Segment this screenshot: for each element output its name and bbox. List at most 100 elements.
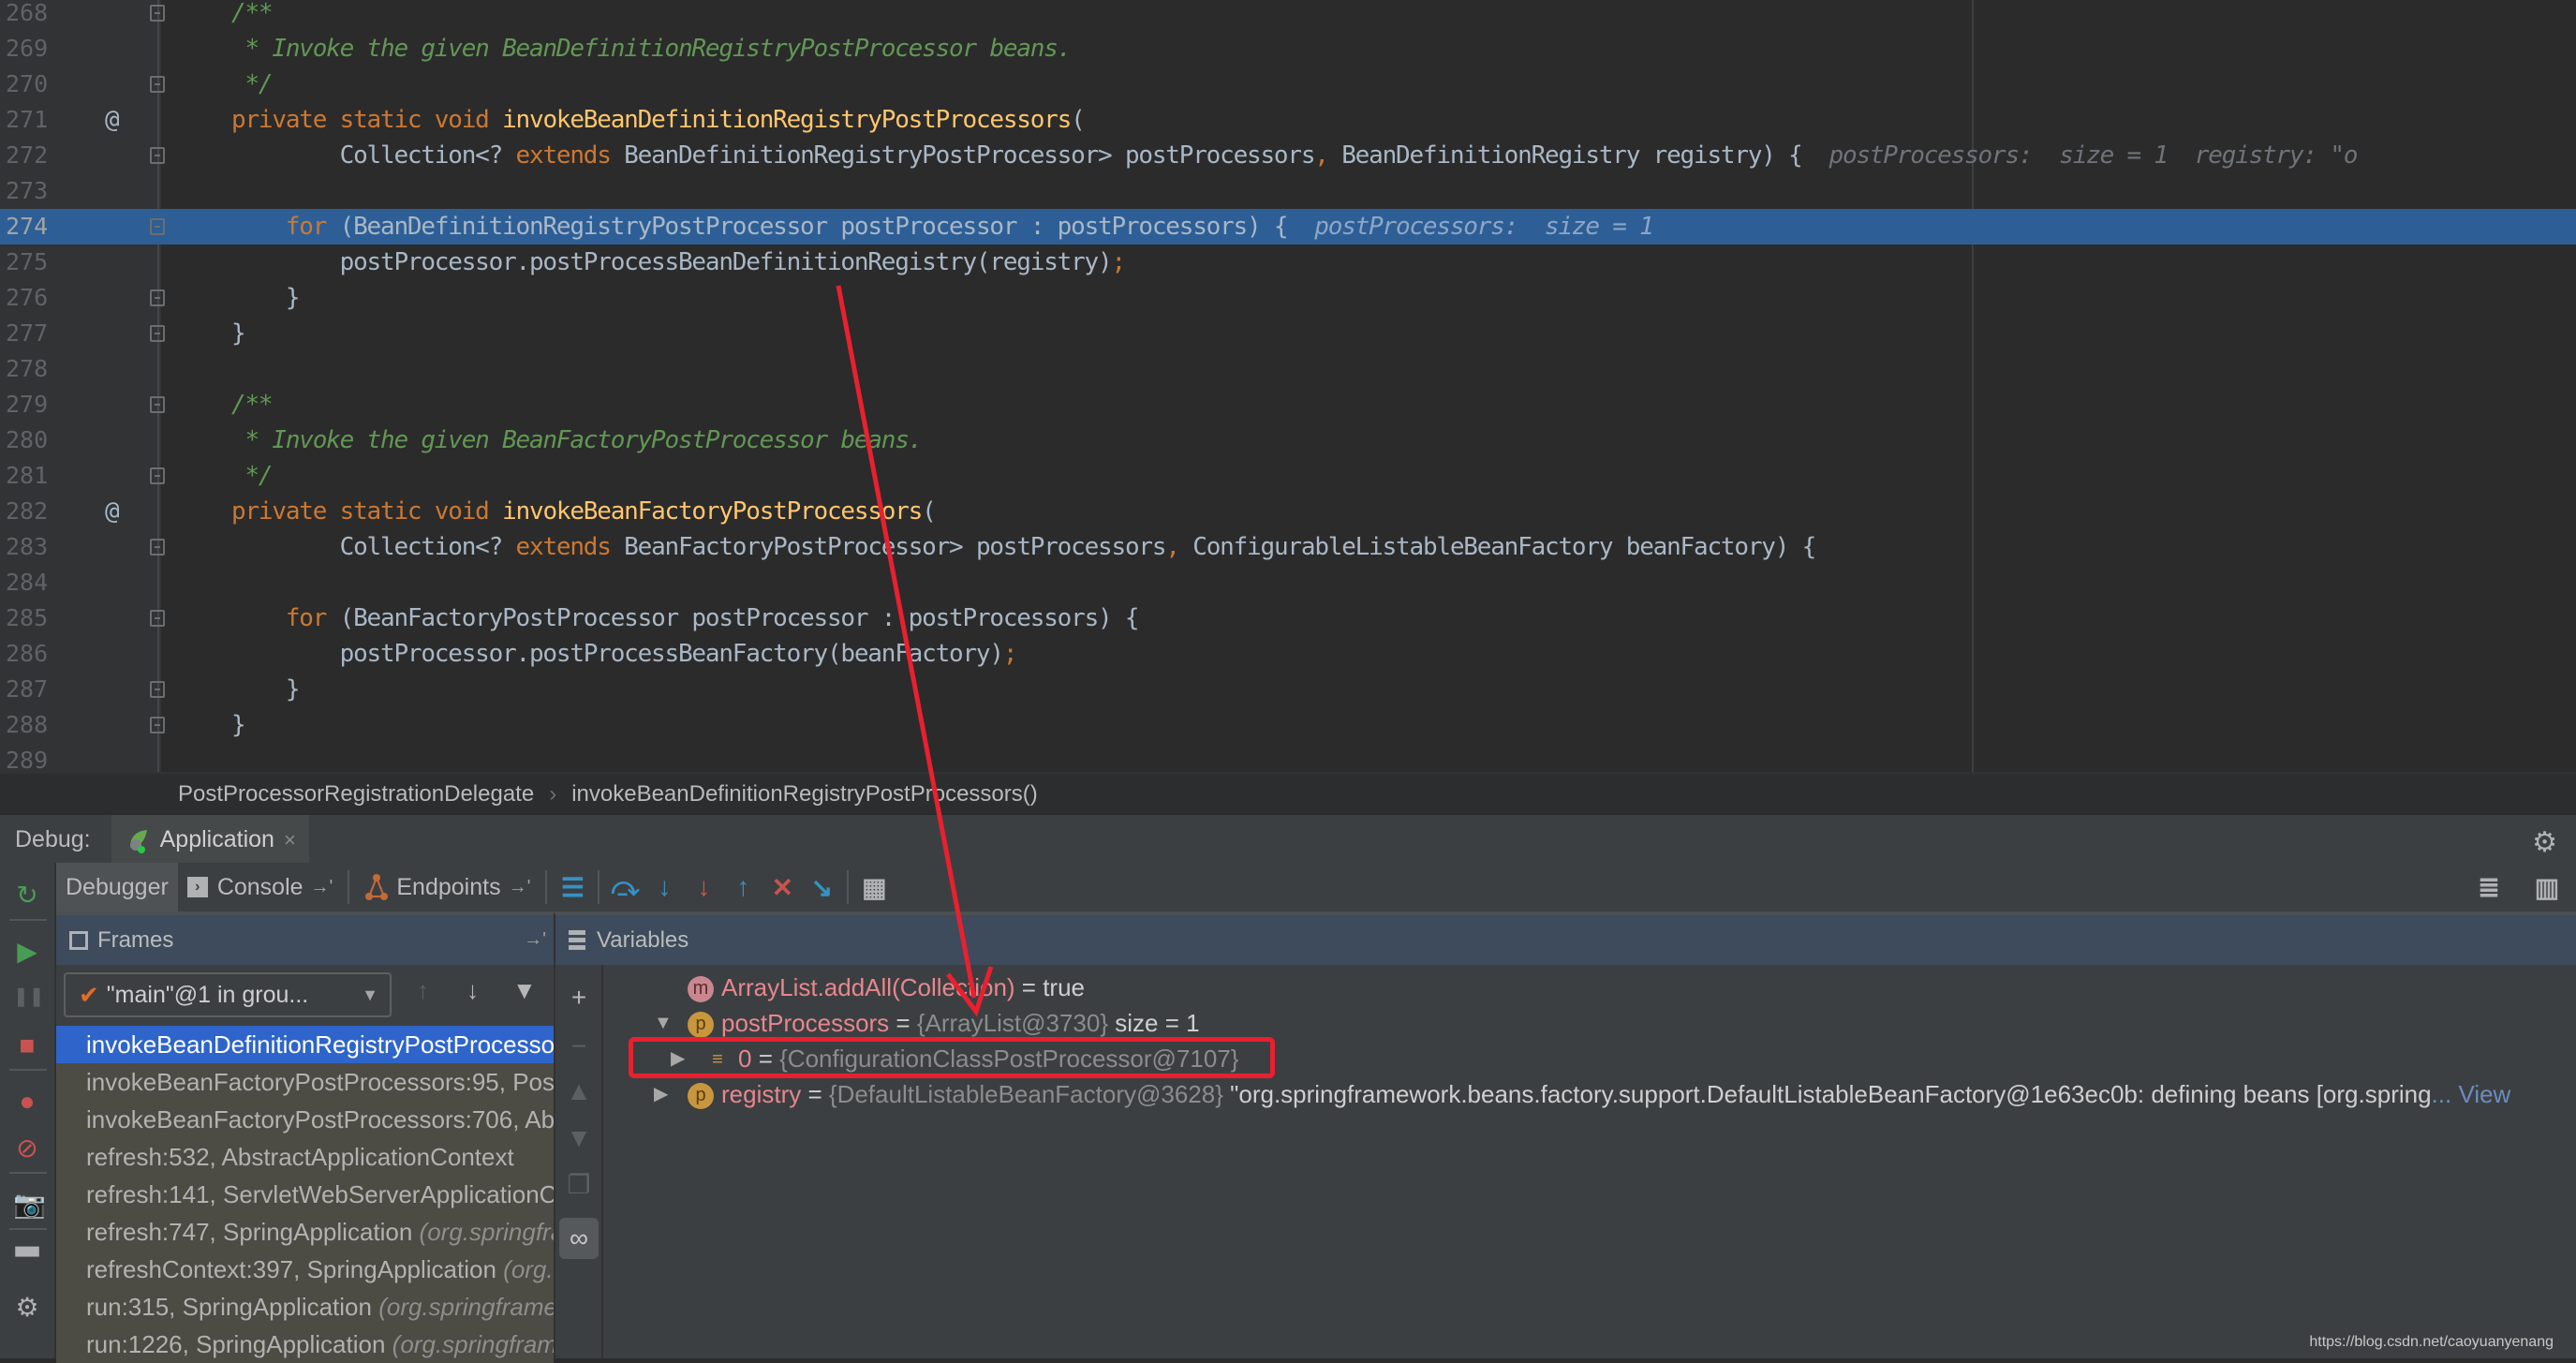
- code-line[interactable]: 270 */: [0, 67, 2576, 102]
- frame-item[interactable]: run:315, SpringApplication (org.springfr…: [56, 1288, 554, 1326]
- code-line[interactable]: 276 }: [0, 280, 2576, 316]
- move-down-icon[interactable]: ▼: [563, 1122, 595, 1154]
- layout-settings-icon[interactable]: ▥: [2527, 868, 2567, 906]
- current-execution-line[interactable]: 274 for (BeanDefinitionRegistryPostProce…: [0, 209, 2576, 244]
- code-line[interactable]: 282 @ private static void invokeBeanFactor…: [0, 494, 2576, 529]
- settings-icon[interactable]: ⚙: [13, 1294, 41, 1322]
- line-number[interactable]: 279: [6, 387, 58, 422]
- step-into-icon[interactable]: ↓: [644, 868, 684, 906]
- frame-item[interactable]: refresh:532, AbstractApplicationContext: [56, 1138, 554, 1176]
- line-number[interactable]: 276: [6, 280, 58, 316]
- variable-row[interactable]: m ArrayList.addAll(Collection) = true: [688, 970, 1085, 1005]
- line-number[interactable]: 284: [6, 565, 58, 600]
- breadcrumb-method[interactable]: invokeBeanDefinitionRegistryPostProcesso…: [571, 781, 1038, 807]
- override-annotation-icon[interactable]: @: [105, 494, 120, 529]
- line-number[interactable]: 273: [6, 173, 58, 209]
- fold-toggle-icon[interactable]: [150, 717, 165, 733]
- frame-item[interactable]: refresh:141, ServletWebServerApplication…: [56, 1176, 554, 1213]
- code-line[interactable]: 285 for (BeanFactoryPostProcessor postPr…: [0, 600, 2576, 636]
- frame-item[interactable]: run:1226, SpringApplication (org.springf…: [56, 1326, 554, 1363]
- rerun-icon[interactable]: ↻: [13, 882, 41, 910]
- fold-toggle-icon[interactable]: [150, 325, 165, 342]
- fold-toggle-icon[interactable]: [150, 5, 165, 22]
- line-number[interactable]: 289: [6, 743, 58, 772]
- frames-list[interactable]: invokeBeanDefinitionRegistryPostProcesso…: [56, 1026, 554, 1363]
- tab-debugger[interactable]: Debugger: [56, 863, 178, 911]
- tab-console[interactable]: › Console →': [178, 863, 343, 911]
- override-annotation-icon[interactable]: @: [105, 102, 120, 138]
- line-number[interactable]: 271: [6, 102, 58, 138]
- line-number[interactable]: 277: [6, 316, 58, 351]
- next-frame-icon[interactable]: ↓: [466, 976, 479, 1005]
- variable-row[interactable]: ▼ p postProcessors = {ArrayList@3730} size…: [654, 1005, 1200, 1041]
- code-line[interactable]: 281 */: [0, 458, 2576, 494]
- line-number[interactable]: 278: [6, 351, 58, 387]
- code-line[interactable]: 287 }: [0, 672, 2576, 707]
- code-line[interactable]: 269 * Invoke the given BeanDefinitionReg…: [0, 31, 2576, 67]
- show-watches-glasses-icon[interactable]: ∞: [559, 1218, 599, 1259]
- fold-toggle-icon[interactable]: [150, 147, 165, 164]
- code-line[interactable]: 278: [0, 351, 2576, 387]
- code-line[interactable]: 271 @ private static void invokeBeanDefini…: [0, 102, 2576, 138]
- frame-item[interactable]: refreshContext:397, SpringApplication (o…: [56, 1251, 554, 1288]
- frame-item[interactable]: refresh:747, SpringApplication (org.spri…: [56, 1213, 554, 1251]
- code-line[interactable]: 279 /**: [0, 387, 2576, 422]
- line-number[interactable]: 272: [6, 138, 58, 173]
- line-number[interactable]: 280: [6, 422, 58, 458]
- fold-toggle-icon[interactable]: [150, 681, 165, 698]
- line-number[interactable]: 268: [6, 0, 58, 31]
- layout-icon[interactable]: ▀▀: [13, 1242, 41, 1270]
- code-line[interactable]: 275 postProcessor.postProcessBeanDefinit…: [0, 244, 2576, 280]
- move-up-icon[interactable]: ▲: [563, 1075, 595, 1107]
- evaluate-expression-icon[interactable]: ▦: [854, 868, 894, 906]
- line-number[interactable]: 288: [6, 707, 58, 743]
- previous-frame-icon[interactable]: ↑: [417, 976, 429, 1005]
- fold-toggle-icon[interactable]: [150, 289, 165, 306]
- add-watch-icon[interactable]: +: [563, 982, 595, 1014]
- variable-row[interactable]: ▶ p registry = {DefaultListableBeanFactory…: [654, 1076, 2511, 1112]
- frame-item[interactable]: invokeBeanDefinitionRegistryPostProcesso…: [56, 1026, 554, 1063]
- duplicate-watch-icon[interactable]: ❐: [563, 1169, 595, 1201]
- thread-selector[interactable]: ✔ "main"@1 in grou... ▼: [64, 972, 392, 1017]
- line-number[interactable]: 286: [6, 636, 58, 672]
- pause-icon[interactable]: ❚❚: [13, 983, 45, 1011]
- step-out-icon[interactable]: ↑: [723, 868, 762, 906]
- remove-watch-icon[interactable]: −: [563, 1030, 595, 1062]
- collapse-arrow-icon[interactable]: ▼: [654, 1005, 673, 1041]
- show-execution-point-icon[interactable]: ☰: [553, 868, 592, 906]
- fold-toggle-icon[interactable]: [150, 610, 165, 627]
- line-number[interactable]: 287: [6, 672, 58, 707]
- pin-tab-icon[interactable]: →': [509, 877, 531, 898]
- frame-item[interactable]: invokeBeanFactoryPostProcessors:95, Post…: [56, 1063, 554, 1101]
- fold-toggle-icon[interactable]: [150, 396, 165, 413]
- snapshot-icon[interactable]: 📷: [13, 1191, 46, 1219]
- run-to-cursor-icon[interactable]: ↘: [802, 868, 841, 906]
- mute-breakpoints-icon[interactable]: ⊘: [13, 1134, 41, 1163]
- tab-endpoints[interactable]: Endpoints →': [355, 863, 540, 911]
- fold-toggle-icon[interactable]: [150, 76, 165, 93]
- line-number[interactable]: 282: [6, 494, 58, 529]
- line-number[interactable]: 275: [6, 244, 58, 280]
- step-over-icon[interactable]: ⤼: [605, 868, 644, 906]
- line-number[interactable]: 270: [6, 67, 58, 102]
- pin-frames-icon[interactable]: →': [524, 929, 546, 951]
- pin-tab-icon[interactable]: →': [311, 877, 333, 898]
- fold-toggle-icon[interactable]: [150, 218, 165, 235]
- view-breakpoints-icon[interactable]: ●: [13, 1088, 41, 1116]
- code-line[interactable]: 272 Collection<? extends BeanDefinitionR…: [0, 138, 2576, 173]
- line-number[interactable]: 281: [6, 458, 58, 494]
- code-line[interactable]: 288}: [0, 707, 2576, 743]
- code-line[interactable]: 268 /**: [0, 0, 2576, 31]
- line-number[interactable]: 283: [6, 529, 58, 565]
- line-number[interactable]: 269: [6, 31, 58, 67]
- drop-frame-icon[interactable]: ✕: [762, 868, 802, 906]
- stop-icon[interactable]: ■: [13, 1031, 41, 1059]
- force-step-into-icon[interactable]: ↓: [684, 868, 723, 906]
- code-line[interactable]: 283 Collection<? extends BeanFactoryPost…: [0, 529, 2576, 565]
- code-line[interactable]: 277}: [0, 316, 2576, 351]
- expand-arrow-icon[interactable]: ▶: [654, 1076, 668, 1112]
- breadcrumb-class[interactable]: PostProcessorRegistrationDelegate: [178, 781, 534, 807]
- filter-icon[interactable]: ▼: [512, 976, 537, 1005]
- view-link[interactable]: ... View: [2432, 1080, 2511, 1108]
- resume-icon[interactable]: ▶: [13, 938, 41, 966]
